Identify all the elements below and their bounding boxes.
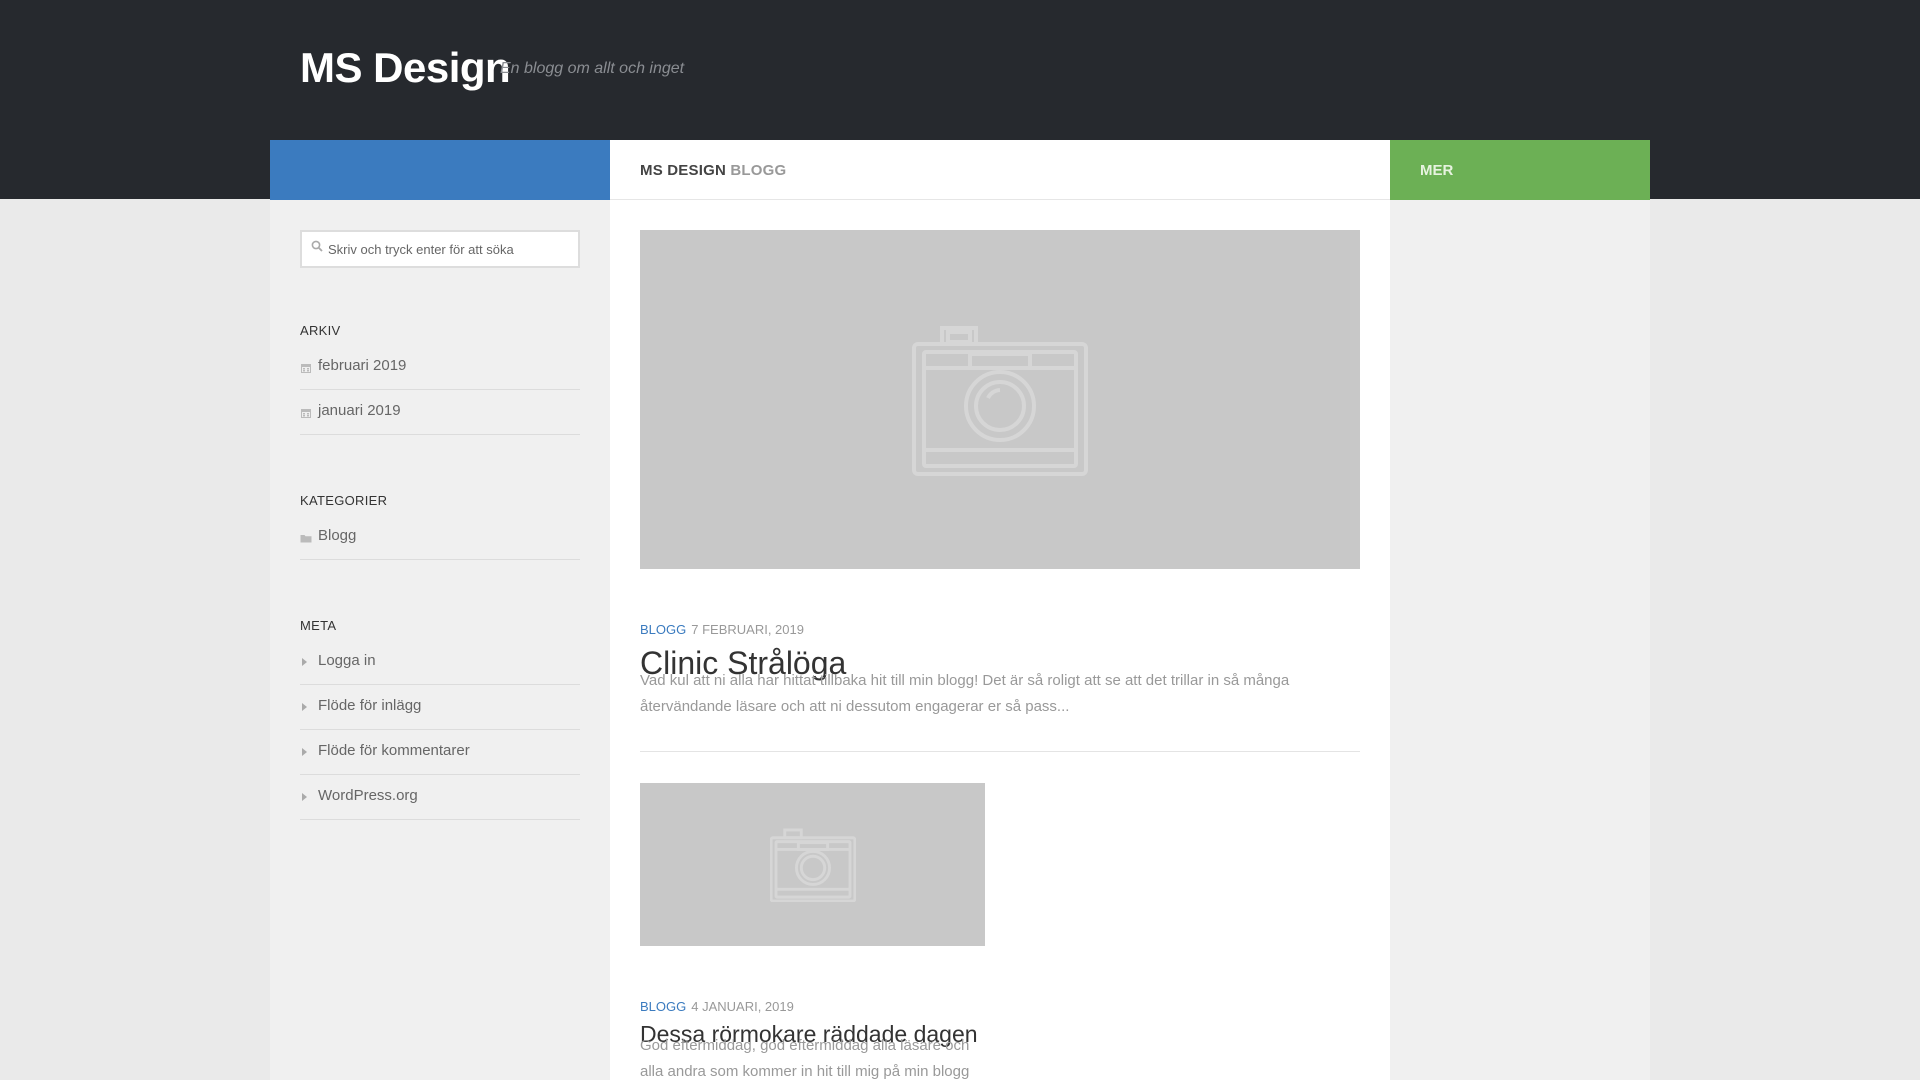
- archive-widget-title: ARKIV: [300, 323, 341, 338]
- triangle-right-icon: [302, 703, 307, 711]
- post-category-link[interactable]: BLOGG: [640, 999, 686, 1014]
- post-excerpt: Vad kul att ni alla har hittat tillbaka …: [640, 672, 1290, 715]
- categories-list: Blogg: [300, 515, 580, 560]
- right-sidebar-topbar[interactable]: MER: [1390, 140, 1650, 200]
- list-item: Flöde för kommentarer: [300, 730, 580, 775]
- search-input[interactable]: [328, 238, 573, 260]
- post-thumbnail[interactable]: [640, 230, 1360, 569]
- search-box[interactable]: [300, 230, 580, 268]
- meta-link-wordpress[interactable]: WordPress.org: [318, 787, 418, 804]
- archive-link-jan-2019[interactable]: januari 2019: [318, 402, 401, 419]
- right-sidebar: MER: [1390, 140, 1650, 1080]
- triangle-right-icon: [302, 748, 307, 756]
- camera-icon: [770, 828, 856, 902]
- category-link-blogg[interactable]: Blogg: [318, 527, 356, 544]
- left-sidebar: ARKIV februari 2019 januari 2019: [270, 140, 610, 1080]
- post-date: 4 JANUARI, 2019: [691, 999, 794, 1014]
- post-divider: [640, 751, 1360, 752]
- more-label: MER: [1420, 162, 1454, 179]
- list-item: Logga in: [300, 640, 580, 685]
- post-category-link[interactable]: BLOGG: [640, 622, 686, 637]
- archive-link-feb-2019[interactable]: februari 2019: [318, 357, 406, 374]
- meta-list: Logga in Flöde för inlägg Flöde för komm…: [300, 640, 580, 820]
- categories-widget-title: KATEGORIER: [300, 493, 388, 508]
- page-title-main: MS DESIGN: [640, 162, 726, 179]
- meta-link-posts-feed[interactable]: Flöde för inlägg: [318, 697, 421, 714]
- meta-link-comments-feed[interactable]: Flöde för kommentarer: [318, 742, 470, 759]
- post-excerpt: God eftermiddag, god eftermiddag alla lä…: [640, 1037, 970, 1080]
- calendar-icon: [301, 409, 311, 418]
- site-tagline: En blogg om allt och inget: [500, 60, 685, 77]
- camera-icon: [912, 326, 1088, 476]
- list-item: februari 2019: [300, 345, 580, 390]
- search-icon: [311, 240, 323, 252]
- page-title-bar: MS DESIGN BLOGG: [610, 140, 1390, 200]
- triangle-right-icon: [302, 658, 307, 666]
- post-meta: BLOGG 7 FEBRUARI, 2019: [640, 622, 804, 637]
- list-item: Flöde för inlägg: [300, 685, 580, 730]
- page-title-sub: BLOGG: [730, 162, 787, 179]
- folder-icon: [300, 535, 312, 543]
- list-item: Blogg: [300, 515, 580, 560]
- meta-widget-title: META: [300, 618, 337, 633]
- triangle-right-icon: [302, 793, 307, 801]
- left-sidebar-topbar: [270, 140, 610, 200]
- post-date: 7 FEBRUARI, 2019: [691, 622, 804, 637]
- page-title: MS DESIGN BLOGG: [640, 162, 786, 179]
- page-wrapper: ARKIV februari 2019 januari 2019: [270, 140, 1650, 1080]
- site-title[interactable]: MS Design: [300, 44, 511, 92]
- post-meta: BLOGG 4 JANUARI, 2019: [640, 999, 794, 1014]
- main-content: MS DESIGN BLOGG BLOGG 7 FEBRUARI, 2019 C…: [610, 140, 1390, 1080]
- calendar-icon: [301, 364, 311, 373]
- list-item: WordPress.org: [300, 775, 580, 820]
- archive-list: februari 2019 januari 2019: [300, 345, 580, 435]
- meta-link-login[interactable]: Logga in: [318, 652, 376, 669]
- post-thumbnail[interactable]: [640, 783, 985, 946]
- list-item: januari 2019: [300, 390, 580, 435]
